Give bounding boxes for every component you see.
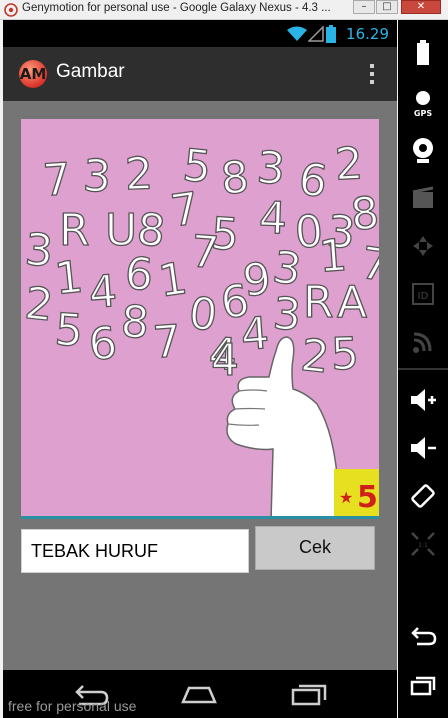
answer-input[interactable] [21, 529, 249, 573]
puzzle-character: A [337, 277, 367, 328]
puzzle-character: 7 [189, 226, 220, 279]
puzzle-image: 73258362RU87540383174617931256870643RA44… [21, 119, 379, 519]
genymotion-sidebar: GPS ID 1:1 [398, 20, 448, 718]
genymotion-icon [4, 3, 18, 17]
puzzle-character: 3 [82, 150, 113, 202]
puzzle-character: 1 [52, 251, 85, 305]
puzzle-character: 4 [87, 266, 118, 319]
status-bar: 16.29 [3, 20, 397, 47]
app-logo[interactable]: AM [19, 60, 47, 88]
main-content: 73258362RU87540383174617931256870643RA44… [3, 101, 397, 670]
recent-apps-nav-icon[interactable] [289, 680, 329, 708]
gps-icon[interactable]: GPS [407, 86, 439, 118]
scale-icon[interactable]: 1:1 [407, 528, 439, 560]
recent-apps-icon[interactable] [407, 670, 439, 702]
puzzle-character: 3 [255, 142, 286, 195]
volume-down-icon[interactable] [407, 432, 439, 464]
puzzle-character: R [303, 277, 334, 328]
volume-up-icon[interactable] [407, 384, 439, 416]
puzzle-drawing: 7 3 2 5 8 3 6 2R U8 7 5 4 0 3831 74 6 1793 125 6 8 70643 R A44… [22, 138, 379, 519]
puzzle-character: 7 [151, 316, 182, 369]
svg-text:GPS: GPS [414, 109, 432, 118]
puzzle-character: 8 [119, 296, 150, 349]
puzzle-character: 4 [211, 335, 239, 386]
watermark-text: free for personal use [8, 698, 137, 714]
action-bar: AM Gambar [3, 47, 397, 101]
puzzle-character: 6 [123, 248, 154, 301]
puzzle-character: 5 [53, 304, 84, 357]
page-title: Gambar [56, 61, 125, 82]
puzzle-character: 2 [22, 278, 55, 332]
svg-text:ID: ID [418, 291, 429, 302]
window-titlebar: Genymotion for personal use - Google Gal… [0, 0, 448, 20]
image-underline [21, 516, 379, 519]
overflow-menu-icon[interactable] [369, 64, 375, 86]
puzzle-character: 2 [334, 138, 365, 190]
puzzle-character: 5 [330, 328, 360, 380]
webcam-icon[interactable] [407, 134, 439, 166]
id-icon[interactable]: ID [407, 278, 439, 310]
sidebar-divider [398, 368, 448, 370]
clock: 16.29 [346, 25, 389, 43]
signal-icon [308, 26, 324, 42]
puzzle-character: 6 [296, 154, 331, 208]
minimize-button[interactable]: – [353, 0, 375, 14]
window-title: Genymotion for personal use - Google Gal… [22, 2, 331, 14]
puzzle-character: 7 [41, 154, 72, 207]
wifi-icon [287, 26, 307, 41]
puzzle-character: 6 [86, 317, 119, 371]
puzzle-character: 4 [258, 193, 288, 245]
home-nav-icon[interactable] [179, 680, 219, 708]
battery-icon[interactable] [407, 36, 439, 68]
puzzle-character: 1 [317, 230, 348, 283]
puzzle-character: 3 [23, 224, 54, 277]
puzzle-character: 1 [155, 253, 190, 307]
svg-text:5: 5 [357, 480, 378, 515]
puzzle-character: 2 [298, 330, 331, 384]
svg-text:1:1: 1:1 [418, 542, 428, 549]
puzzle-character: 3 [271, 288, 302, 341]
dpad-icon[interactable] [407, 230, 439, 262]
puzzle-character: 4 [239, 308, 270, 361]
rss-icon[interactable] [407, 326, 439, 358]
battery-status-icon [326, 25, 336, 43]
puzzle-character: 8 [348, 187, 379, 241]
android-screen: 16.29 AM Gambar 73258362RU87540383174617… [3, 20, 397, 718]
back-icon[interactable] [407, 620, 439, 652]
svg-text:★: ★ [339, 488, 353, 507]
score-badge: ★ 5 [334, 469, 379, 519]
maximize-button[interactable]: □ [376, 0, 398, 14]
rotate-icon[interactable] [407, 480, 439, 512]
close-button[interactable]: ✕ [401, 0, 441, 14]
video-icon[interactable] [407, 182, 439, 214]
puzzle-character: 8 [219, 152, 251, 205]
check-button[interactable]: Cek [255, 526, 375, 570]
puzzle-character: 2 [124, 148, 154, 200]
puzzle-character: R [59, 205, 90, 256]
